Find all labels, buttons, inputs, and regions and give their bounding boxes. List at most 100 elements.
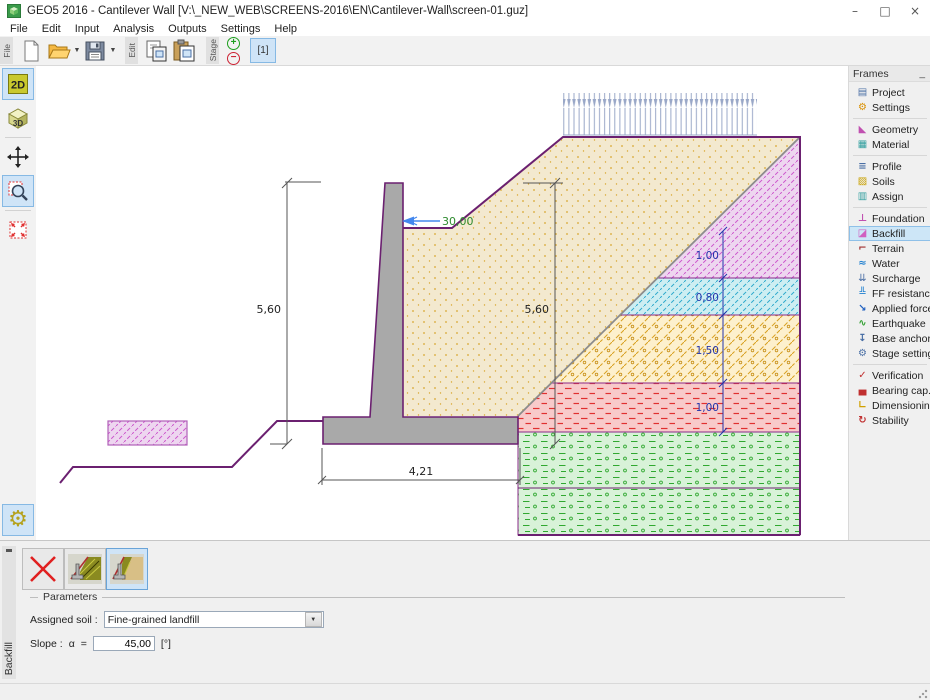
title-bar: GEO5 2016 - Cantilever Wall [V:\_NEW_WEB… — [0, 0, 930, 21]
menu-file[interactable]: File — [3, 23, 35, 35]
verification-icon — [856, 370, 869, 382]
resize-grip[interactable] — [918, 689, 928, 699]
base-anchorage-icon — [856, 333, 869, 345]
toolbar-separator — [5, 210, 31, 211]
sidebar-item-water[interactable]: Water — [849, 256, 930, 271]
surcharge-load — [563, 93, 757, 135]
frames-panel-header: Frames _ — [849, 66, 930, 82]
dim-label-footing-width: 4,21 — [409, 465, 434, 478]
menu-input[interactable]: Input — [68, 23, 106, 35]
minimize-button[interactable]: – — [840, 0, 870, 21]
maximize-button[interactable]: □ — [870, 0, 900, 21]
backfill-tab-label: Backfill — [3, 642, 15, 675]
sidebar-item-backfill[interactable]: Backfill — [849, 226, 930, 241]
save-dropdown-arrow[interactable]: ▼ — [109, 38, 117, 64]
pan-tool-button[interactable] — [2, 141, 34, 173]
main-toolbar: File ▼ ▼ Edit — [0, 36, 930, 66]
drawing-area[interactable]: 5,60 5,60 1,00 0,80 1,50 1,00 — [36, 66, 848, 540]
drawing-settings-button[interactable]: ⚙ — [2, 504, 34, 536]
slope-input[interactable] — [93, 636, 155, 651]
view-2d-button[interactable]: 2D — [2, 68, 34, 100]
backfill-frame-tab[interactable]: Backfill — [2, 546, 16, 679]
paste-picture-button[interactable] — [171, 38, 197, 64]
paste-clipboard-icon — [172, 39, 196, 63]
frames-panel-title: Frames — [853, 68, 917, 80]
edit-group-label: Edit — [125, 37, 138, 64]
soil-layer-5 — [518, 432, 800, 535]
2d-view-icon: 2D — [7, 73, 29, 95]
terrain-icon — [856, 243, 869, 255]
sidebar-item-assign[interactable]: Assign — [849, 189, 930, 204]
open-dropdown-arrow[interactable]: ▼ — [73, 38, 81, 64]
backfill-none-button[interactable] — [22, 548, 64, 590]
view-3d-button[interactable]: 3D — [2, 102, 34, 134]
sidebar-item-stability[interactable]: Stability — [849, 413, 930, 428]
status-bar — [0, 683, 930, 700]
dim-label-wall-height-left: 5,60 — [257, 303, 282, 316]
sidebar-item-material[interactable]: Material — [849, 137, 930, 152]
frames-divider — [853, 207, 927, 208]
sidebar-item-ff-resistance[interactable]: FF resistance — [849, 286, 930, 301]
3d-view-icon: 3D — [6, 106, 30, 130]
panel-drag-handle-icon — [6, 549, 12, 552]
copy-documents-icon — [144, 39, 168, 63]
sidebar-item-verification[interactable]: Verification — [849, 368, 930, 383]
window-title: GEO5 2016 - Cantilever Wall [V:\_NEW_WEB… — [27, 5, 840, 17]
chevron-down-icon[interactable]: ▼ — [305, 612, 322, 627]
backfill-arrow — [402, 217, 440, 226]
earthquake-icon — [856, 318, 869, 330]
settings-icon — [856, 102, 869, 114]
sidebar-item-stage-settings[interactable]: Stage settings — [849, 346, 930, 361]
open-file-button[interactable] — [46, 38, 72, 64]
backfill-wedge-button[interactable] — [106, 548, 148, 590]
new-document-icon — [21, 40, 41, 62]
sidebar-item-terrain[interactable]: Terrain — [849, 241, 930, 256]
sidebar-item-earthquake[interactable]: Earthquake — [849, 316, 930, 331]
new-file-button[interactable] — [18, 38, 44, 64]
stage-1-button[interactable]: [1] — [250, 38, 276, 63]
dim-label-wall-height-inner: 5,60 — [525, 303, 550, 316]
sidebar-item-bearing-cap[interactable]: Bearing cap. — [849, 383, 930, 398]
close-button[interactable]: × — [900, 0, 930, 21]
dim-label-layer-3: 1,50 — [696, 345, 719, 357]
sidebar-item-applied-forces[interactable]: Applied forces — [849, 301, 930, 316]
view-toolbar: 2D 3D — [0, 66, 37, 540]
assigned-soil-value: Fine-grained landfill — [105, 614, 304, 626]
remove-stage-button[interactable]: − — [227, 52, 240, 65]
applied-forces-icon — [856, 303, 869, 315]
save-disk-icon — [85, 41, 105, 61]
app-logo-icon — [7, 4, 21, 18]
add-stage-button[interactable]: + — [227, 37, 240, 50]
sidebar-item-base-anchorage[interactable]: Base anchorage — [849, 331, 930, 346]
wall-diagram: 5,60 5,60 1,00 0,80 1,50 1,00 — [36, 66, 848, 540]
copy-picture-button[interactable] — [143, 38, 169, 64]
menu-analysis[interactable]: Analysis — [106, 23, 161, 35]
frames-minimize-button[interactable]: _ — [917, 68, 927, 79]
dimensioning-icon — [856, 400, 869, 412]
menu-edit[interactable]: Edit — [35, 23, 68, 35]
menu-settings[interactable]: Settings — [214, 23, 268, 35]
frames-divider — [853, 155, 927, 156]
zoom-tool-button[interactable] — [2, 175, 34, 207]
dim-label-layer-4: 1,00 — [696, 402, 719, 414]
stability-icon — [856, 415, 869, 427]
sidebar-item-foundation[interactable]: Foundation — [849, 211, 930, 226]
sidebar-item-settings[interactable]: Settings — [849, 100, 930, 115]
sidebar-item-project[interactable]: Project — [849, 85, 930, 100]
sidebar-item-surcharge[interactable]: Surcharge — [849, 271, 930, 286]
slope-label: Slope : — [30, 638, 63, 650]
backfill-sample-swatch — [108, 421, 187, 445]
backfill-full-button[interactable] — [64, 548, 106, 590]
slope-alpha-symbol: α — [69, 638, 75, 650]
backfill-arrow-label: 30,00 — [442, 215, 474, 228]
sidebar-item-profile[interactable]: Profile — [849, 159, 930, 174]
sidebar-item-dimensioning[interactable]: Dimensioning — [849, 398, 930, 413]
menu-help[interactable]: Help — [267, 23, 304, 35]
save-file-button[interactable] — [82, 38, 108, 64]
menu-outputs[interactable]: Outputs — [161, 23, 214, 35]
fit-view-button[interactable] — [2, 214, 34, 246]
sidebar-item-soils[interactable]: Soils — [849, 174, 930, 189]
assigned-soil-select[interactable]: Fine-grained landfill ▼ — [104, 611, 324, 628]
sidebar-item-geometry[interactable]: Geometry — [849, 122, 930, 137]
fit-extents-icon — [7, 219, 29, 241]
